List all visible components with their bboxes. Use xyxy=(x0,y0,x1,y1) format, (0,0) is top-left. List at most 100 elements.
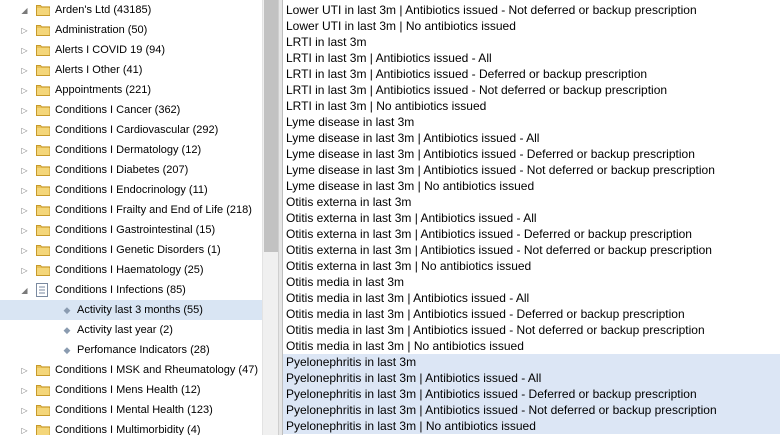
tree-item-label: Alerts I COVID 19 (94) xyxy=(55,44,166,56)
list-item[interactable]: Pyelonephritis in last 3m | Antibiotics … xyxy=(283,386,780,402)
collapsed-arrow-icon[interactable]: ▷ xyxy=(20,420,29,435)
tree-item[interactable]: ▷ Alerts I Other (41) xyxy=(0,60,262,80)
tree-item[interactable]: ▷ Conditions I Multimorbidity (4) xyxy=(0,420,262,435)
tree-item[interactable]: ◢ Conditions I Infections (85) xyxy=(0,280,262,300)
folder-icon xyxy=(36,403,50,418)
tree-item[interactable]: ▷ Conditions I Frailty and End of Life (2… xyxy=(0,200,262,220)
tree-item[interactable]: ◢ Arden's Ltd (43185) xyxy=(0,0,262,20)
list-item[interactable]: Otitis externa in last 3m | Antibiotics … xyxy=(283,226,780,242)
tree-item[interactable]: ▷ Conditions I Mental Health (123) xyxy=(0,400,262,420)
collapsed-arrow-icon[interactable]: ▷ xyxy=(20,100,29,120)
list-item[interactable]: Lyme disease in last 3m xyxy=(283,114,780,130)
tree-item[interactable]: ▷ Conditions I Mens Health (12) xyxy=(0,380,262,400)
list-item[interactable]: Lower UTI in last 3m | No antibiotics is… xyxy=(283,18,780,34)
collapsed-arrow-icon[interactable]: ▷ xyxy=(20,200,29,220)
collapsed-arrow-icon[interactable]: ▷ xyxy=(20,240,29,260)
collapsed-arrow-icon[interactable]: ▷ xyxy=(20,160,29,180)
folder-icon xyxy=(36,143,50,158)
folder-icon xyxy=(36,203,50,218)
list-item[interactable]: Lyme disease in last 3m | Antibiotics is… xyxy=(283,162,780,178)
list-item[interactable]: LRTI in last 3m | No antibiotics issued xyxy=(283,98,780,114)
tree-item[interactable]: ▷ Conditions I MSK and Rheumatology (47) xyxy=(0,360,262,380)
tree-item-label: Appointments (221) xyxy=(55,84,151,96)
collapsed-arrow-icon[interactable]: ▷ xyxy=(20,120,29,140)
list-item[interactable]: Otitis externa in last 3m | No antibioti… xyxy=(283,258,780,274)
tree-item[interactable]: ◆ Perfomance Indicators (28) xyxy=(0,340,262,360)
list-item[interactable]: Otitis media in last 3m xyxy=(283,274,780,290)
tree-item-label: Conditions I Gastrointestinal (15) xyxy=(55,224,216,236)
expanded-arrow-icon[interactable]: ◢ xyxy=(20,0,29,20)
tree-item[interactable]: ▷ Alerts I COVID 19 (94) xyxy=(0,40,262,60)
tree-item[interactable]: ▷ Conditions I Haematology (25) xyxy=(0,260,262,280)
folder-icon xyxy=(36,23,50,38)
tree-item[interactable]: ▷ Conditions I Cardiovascular (292) xyxy=(0,120,262,140)
list-item[interactable]: Otitis externa in last 3m | Antibiotics … xyxy=(283,210,780,226)
folder-icon xyxy=(36,383,50,398)
list-item[interactable]: Lyme disease in last 3m | Antibiotics is… xyxy=(283,130,780,146)
list-item[interactable]: LRTI in last 3m | Antibiotics issued - D… xyxy=(283,66,780,82)
folder-icon xyxy=(36,223,50,238)
tree-item-label: Perfomance Indicators (28) xyxy=(77,344,210,356)
tree-item-label: Alerts I Other (41) xyxy=(55,64,143,76)
list-item[interactable]: Otitis media in last 3m | Antibiotics is… xyxy=(283,290,780,306)
collapsed-arrow-icon[interactable]: ▷ xyxy=(20,220,29,240)
tree-scroll-thumb[interactable] xyxy=(264,0,278,252)
collapsed-arrow-icon[interactable]: ▷ xyxy=(20,380,29,400)
list-item[interactable]: Otitis media in last 3m | Antibiotics is… xyxy=(283,306,780,322)
bullet-icon: ◆ xyxy=(63,304,71,315)
list-item[interactable]: Lyme disease in last 3m | No antibiotics… xyxy=(283,178,780,194)
tree-scrollbar[interactable] xyxy=(262,0,278,435)
list-item[interactable]: Pyelonephritis in last 3m | Antibiotics … xyxy=(283,370,780,386)
folder-icon xyxy=(36,243,50,258)
document-icon xyxy=(36,283,50,298)
list-item[interactable]: Lower UTI in last 3m | Antibiotics issue… xyxy=(283,2,780,18)
list-item[interactable]: Pyelonephritis in last 3m | Antibiotics … xyxy=(283,402,780,418)
collapsed-arrow-icon[interactable]: ▷ xyxy=(20,360,29,380)
tree-item-label: Conditions I Mental Health (123) xyxy=(55,404,213,416)
tree-item[interactable]: ▷ Administration (50) xyxy=(0,20,262,40)
tree-item[interactable]: ◆ Activity last 3 months (55) xyxy=(0,300,262,320)
folder-icon xyxy=(36,363,50,378)
list-item[interactable]: LRTI in last 3m | Antibiotics issued - A… xyxy=(283,50,780,66)
collapsed-arrow-icon[interactable]: ▷ xyxy=(20,60,29,80)
tree-item-label: Activity last year (2) xyxy=(77,324,173,336)
folder-icon xyxy=(36,63,50,78)
expanded-arrow-icon[interactable]: ◢ xyxy=(20,280,29,300)
list-item[interactable]: Otitis media in last 3m | No antibiotics… xyxy=(283,338,780,354)
tree-item[interactable]: ◆ Activity last year (2) xyxy=(0,320,262,340)
tree-item[interactable]: ▷ Conditions I Genetic Disorders (1) xyxy=(0,240,262,260)
collapsed-arrow-icon[interactable]: ▷ xyxy=(20,20,29,40)
collapsed-arrow-icon[interactable]: ▷ xyxy=(20,180,29,200)
list-item[interactable]: Lyme disease in last 3m | Antibiotics is… xyxy=(283,146,780,162)
tree-item[interactable]: ▷ Conditions I Cancer (362) xyxy=(0,100,262,120)
tree-item-label: Activity last 3 months (55) xyxy=(77,304,203,316)
tree-item-label: Conditions I Cardiovascular (292) xyxy=(55,124,219,136)
tree-item[interactable]: ▷ Conditions I Dermatology (12) xyxy=(0,140,262,160)
list-item[interactable]: Otitis externa in last 3m | Antibiotics … xyxy=(283,242,780,258)
tree-item[interactable]: ▷ Conditions I Diabetes (207) xyxy=(0,160,262,180)
list-item[interactable]: Pyelonephritis in last 3m xyxy=(283,354,780,370)
folder-icon xyxy=(36,43,50,58)
collapsed-arrow-icon[interactable]: ▷ xyxy=(20,40,29,60)
list-item[interactable]: Pyelonephritis in last 3m | No antibioti… xyxy=(283,418,780,434)
report-tree: ◢ Arden's Ltd (43185) ▷ Administration (50)… xyxy=(0,0,262,435)
folder-icon xyxy=(36,103,50,118)
tree-item[interactable]: ▷ Conditions I Gastrointestinal (15) xyxy=(0,220,262,240)
tree-item[interactable]: ▷ Conditions I Endocrinology (11) xyxy=(0,180,262,200)
list-item[interactable]: LRTI in last 3m | Antibiotics issued - N… xyxy=(283,82,780,98)
folder-icon xyxy=(36,123,50,138)
collapsed-arrow-icon[interactable]: ▷ xyxy=(20,400,29,420)
list-item[interactable]: Otitis media in last 3m | Antibiotics is… xyxy=(283,322,780,338)
list-item[interactable]: LRTI in last 3m xyxy=(283,34,780,50)
collapsed-arrow-icon[interactable]: ▷ xyxy=(20,260,29,280)
folder-icon xyxy=(36,423,50,435)
folder-icon xyxy=(36,263,50,278)
collapsed-arrow-icon[interactable]: ▷ xyxy=(20,140,29,160)
collapsed-arrow-icon[interactable]: ▷ xyxy=(20,80,29,100)
tree-item[interactable]: ▷ Appointments (221) xyxy=(0,80,262,100)
folder-icon xyxy=(36,3,50,18)
list-item[interactable]: Otitis externa in last 3m xyxy=(283,194,780,210)
folder-icon xyxy=(36,83,50,98)
tree-item-label: Administration (50) xyxy=(55,24,148,36)
tree-item-label: Conditions I Infections (85) xyxy=(55,284,186,296)
